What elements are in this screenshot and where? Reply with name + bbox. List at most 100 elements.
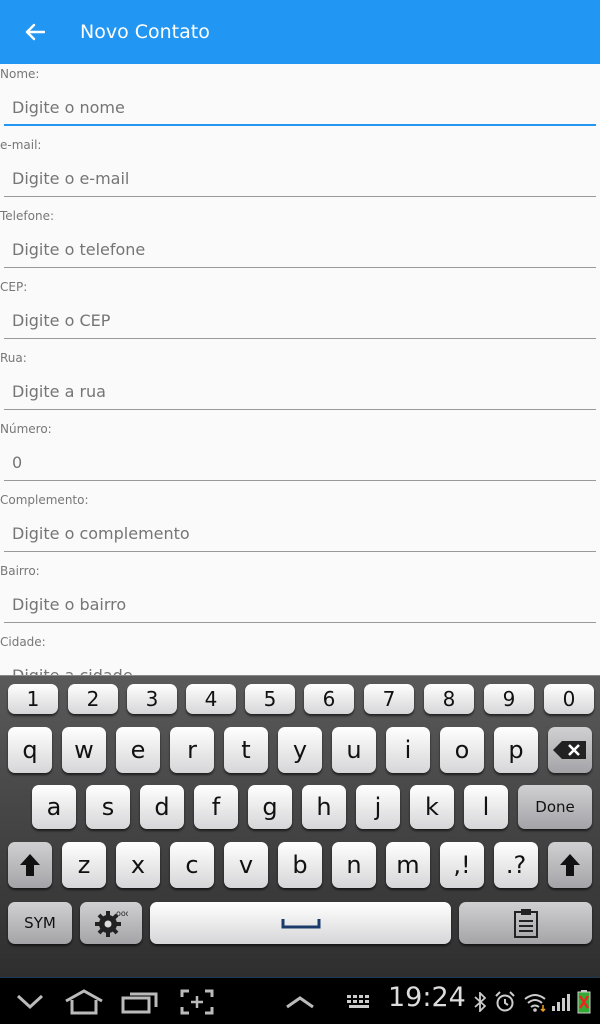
key-q[interactable]: q	[8, 727, 52, 773]
keyboard-icon	[347, 994, 369, 1008]
complemento-label: Complemento:	[0, 493, 89, 507]
key-u[interactable]: u	[332, 727, 376, 773]
alarm-status	[492, 978, 518, 1024]
clipboard-icon	[513, 909, 538, 938]
key-f[interactable]: f	[194, 785, 238, 829]
system-bar: 19:24	[0, 977, 600, 1024]
key-period[interactable]: .?	[494, 842, 538, 888]
hide-keyboard-button[interactable]	[10, 978, 50, 1024]
screenshot-icon	[180, 989, 214, 1014]
key-n[interactable]: n	[332, 842, 376, 888]
key-g[interactable]: g	[248, 785, 292, 829]
rua-input[interactable]	[4, 374, 596, 410]
shift-icon	[20, 854, 40, 876]
key-1[interactable]: 1	[8, 684, 58, 714]
alarm-icon	[495, 990, 515, 1011]
cidade-input[interactable]	[4, 658, 596, 675]
space-icon	[281, 919, 320, 929]
cep-label: CEP:	[0, 280, 28, 294]
home-button[interactable]	[62, 978, 106, 1024]
page-title: Novo Contato	[80, 21, 210, 43]
field-email: e-mail:	[0, 135, 600, 206]
shift-icon	[560, 854, 580, 876]
wifi-icon	[524, 993, 546, 1012]
field-rua: Rua:	[0, 348, 600, 419]
key-r[interactable]: r	[170, 727, 214, 773]
status-clock: 19:24	[388, 982, 466, 1013]
up-arrow-button[interactable]	[282, 978, 318, 1024]
key-5[interactable]: 5	[245, 684, 295, 714]
backspace-key[interactable]	[548, 727, 592, 773]
key-w[interactable]: w	[62, 727, 106, 773]
key-o[interactable]: o	[440, 727, 484, 773]
key-m[interactable]: m	[386, 842, 430, 888]
home-icon	[65, 988, 103, 1014]
gear-icon: ooo	[95, 909, 128, 937]
soft-keyboard: 1 2 3 4 5 6 7 8 9 0 q w e r t y u i o p …	[0, 675, 600, 977]
key-p[interactable]: p	[494, 727, 538, 773]
key-v[interactable]: v	[224, 842, 268, 888]
field-complemento: Complemento:	[0, 490, 600, 561]
key-a[interactable]: a	[32, 785, 76, 829]
telefone-input[interactable]	[4, 232, 596, 268]
screenshot-button[interactable]	[178, 978, 216, 1024]
key-l[interactable]: l	[464, 785, 508, 829]
key-e[interactable]: e	[116, 727, 160, 773]
space-key[interactable]	[150, 902, 451, 944]
telefone-label: Telefone:	[0, 209, 54, 223]
recent-apps-icon	[121, 992, 158, 1013]
key-j[interactable]: j	[356, 785, 400, 829]
key-7[interactable]: 7	[364, 684, 414, 714]
field-cidade: Cidade:	[0, 632, 600, 675]
field-nome: Nome:	[0, 64, 600, 135]
email-label: e-mail:	[0, 138, 42, 152]
svg-text:ooo: ooo	[116, 909, 128, 918]
key-d[interactable]: d	[140, 785, 184, 829]
key-6[interactable]: 6	[304, 684, 354, 714]
key-4[interactable]: 4	[186, 684, 236, 714]
key-z[interactable]: z	[62, 842, 106, 888]
done-key[interactable]: Done	[518, 785, 592, 829]
key-8[interactable]: 8	[424, 684, 474, 714]
complemento-input[interactable]	[4, 516, 596, 552]
nome-input[interactable]	[4, 90, 596, 126]
bairro-input[interactable]	[4, 587, 596, 623]
arrow-back-icon	[25, 23, 45, 41]
key-2[interactable]: 2	[68, 684, 118, 714]
key-i[interactable]: i	[386, 727, 430, 773]
battery-status	[574, 978, 594, 1024]
cep-input[interactable]	[4, 303, 596, 339]
shift-left-key[interactable]	[8, 842, 52, 888]
numero-input[interactable]	[4, 445, 596, 481]
key-y[interactable]: y	[278, 727, 322, 773]
key-0[interactable]: 0	[544, 684, 594, 714]
chevron-down-icon	[16, 994, 44, 1009]
key-x[interactable]: x	[116, 842, 160, 888]
signal-status	[550, 978, 572, 1024]
cidade-label: Cidade:	[0, 635, 46, 649]
bluetooth-icon	[474, 991, 486, 1012]
settings-key[interactable]: ooo	[80, 902, 142, 944]
rua-label: Rua:	[0, 351, 27, 365]
app-bar: Novo Contato	[0, 0, 600, 64]
shift-right-key[interactable]	[548, 842, 592, 888]
key-comma[interactable]: ,!	[440, 842, 484, 888]
key-h[interactable]: h	[302, 785, 346, 829]
key-t[interactable]: t	[224, 727, 268, 773]
email-input[interactable]	[4, 161, 596, 197]
sym-key[interactable]: SYM	[8, 902, 72, 944]
battery-icon	[577, 989, 591, 1013]
contact-form: Nome: e-mail: Telefone: CEP: Rua: Número…	[0, 64, 600, 675]
key-c[interactable]: c	[170, 842, 214, 888]
key-9[interactable]: 9	[484, 684, 534, 714]
key-b[interactable]: b	[278, 842, 322, 888]
clipboard-key[interactable]	[459, 902, 592, 944]
back-button[interactable]	[0, 0, 70, 64]
recent-apps-button[interactable]	[118, 978, 162, 1024]
bluetooth-status	[472, 978, 488, 1024]
keyboard-status	[344, 978, 376, 1024]
key-s[interactable]: s	[86, 785, 130, 829]
nome-label: Nome:	[0, 67, 40, 81]
key-3[interactable]: 3	[127, 684, 177, 714]
key-k[interactable]: k	[410, 785, 454, 829]
